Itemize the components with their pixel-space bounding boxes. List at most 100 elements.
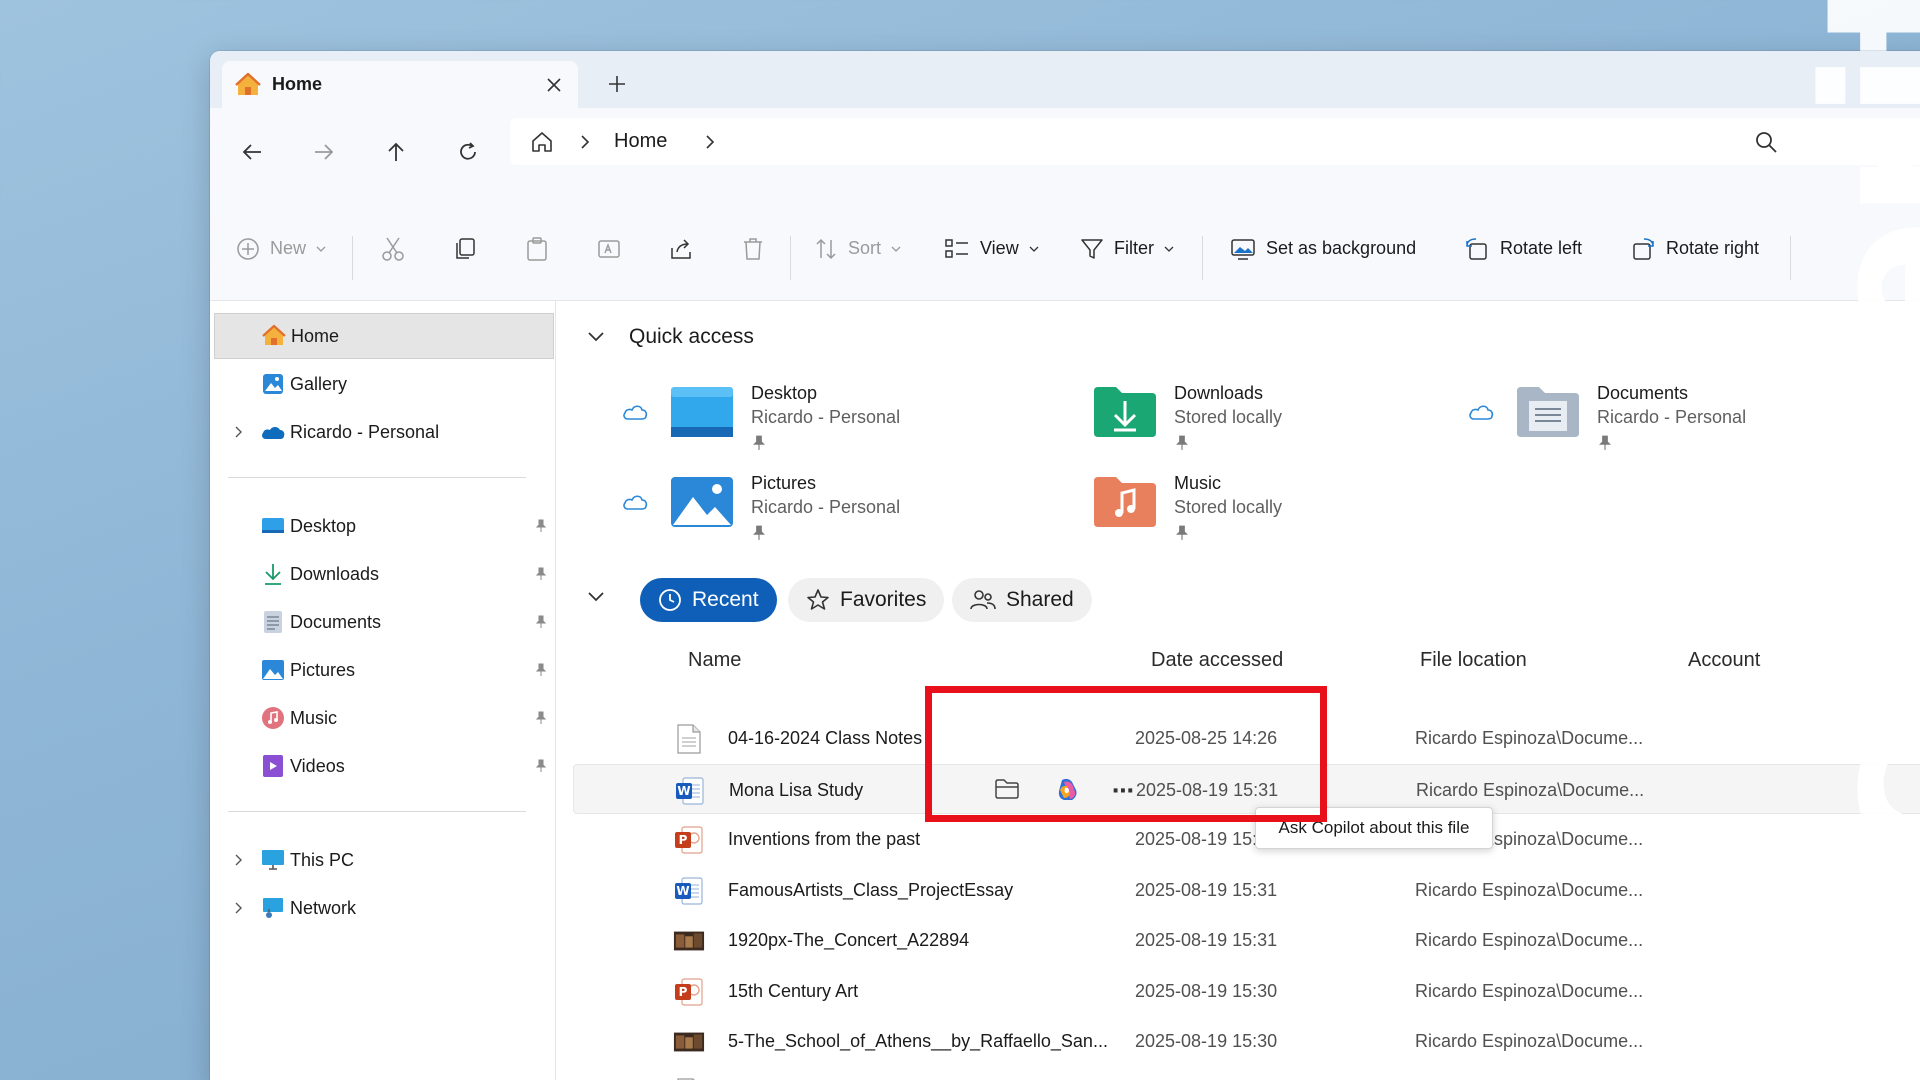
- rotate-left-button[interactable]: Rotate left: [1464, 196, 1582, 301]
- chevron-down-icon: [1164, 245, 1174, 253]
- sidebar-item-music[interactable]: Music: [214, 695, 554, 741]
- home-icon[interactable]: [530, 130, 554, 154]
- refresh-button[interactable]: [446, 130, 490, 174]
- set-as-background-button[interactable]: Set as background: [1230, 196, 1416, 301]
- quick-access-downloads[interactable]: Downloads Stored locally: [1044, 381, 1464, 461]
- rename-button[interactable]: [596, 196, 622, 301]
- quick-access-music[interactable]: Music Stored locally: [1044, 471, 1464, 551]
- breadcrumb-home[interactable]: Home: [614, 130, 667, 153]
- file-explorer-window: Home Home New Sort View Filter Set as ba…: [210, 51, 1920, 1080]
- sidebar-item-label: Documents: [290, 611, 382, 632]
- quick-access-pictures[interactable]: Pictures Ricardo - Personal: [621, 471, 1041, 551]
- chevron-right-icon[interactable]: [705, 134, 715, 149]
- paste-button[interactable]: [524, 196, 550, 301]
- people-icon: [970, 588, 996, 612]
- chevron-down-icon: [1029, 245, 1039, 253]
- sidebar-item-desktop[interactable]: Desktop: [214, 503, 554, 549]
- table-row[interactable]: 1920px-The_Concert_A22894 2025-08-19 15:3…: [573, 915, 1920, 965]
- chevron-right-icon[interactable]: [232, 853, 246, 867]
- pin-icon[interactable]: [532, 757, 550, 775]
- sidebar-item-downloads[interactable]: Downloads: [214, 551, 554, 597]
- address-bar[interactable]: Home: [510, 118, 1920, 165]
- column-header-file-location[interactable]: File location: [1420, 649, 1527, 672]
- sidebar-divider: [228, 477, 526, 478]
- chevron-right-icon[interactable]: [580, 134, 590, 149]
- pin-icon[interactable]: [532, 565, 550, 583]
- table-row[interactable]: 04-04-2024 Class Notes2025-08-19 15:30Ri…: [573, 1067, 1920, 1080]
- chevron-right-icon[interactable]: [232, 901, 246, 915]
- sidebar-item-documents[interactable]: Documents: [214, 599, 554, 645]
- table-row[interactable]: W FamousArtists_Class_ProjectEssay 2025-08…: [573, 865, 1920, 915]
- file-location: Ricardo Espinoza\Docume...: [1415, 879, 1644, 900]
- documents-folder-icon: [1515, 383, 1581, 441]
- sidebar-item-videos[interactable]: Videos: [214, 743, 554, 789]
- column-header-name[interactable]: Name: [688, 649, 741, 672]
- sidebar-item-home[interactable]: Home: [214, 313, 554, 359]
- file-location: Ricardo Espinoza\Docume...: [1415, 980, 1644, 1001]
- cut-button[interactable]: [380, 196, 406, 301]
- new-tab-button[interactable]: [600, 67, 634, 101]
- file-name: 15th Century Art: [728, 980, 859, 1001]
- recent-section-toggle[interactable]: [587, 591, 605, 603]
- delete-button[interactable]: [740, 196, 766, 301]
- pin-icon: [1174, 435, 1190, 451]
- quick-access-name: Documents: [1597, 383, 1689, 403]
- sidebar-item-onedrive[interactable]: Ricardo - Personal: [214, 409, 554, 455]
- chevron-down-icon[interactable]: [587, 591, 605, 603]
- pin-icon[interactable]: [532, 661, 550, 679]
- arrow-up-icon: [388, 142, 404, 161]
- up-button[interactable]: [374, 130, 418, 174]
- recent-tab[interactable]: Recent: [640, 578, 777, 622]
- svg-text:W: W: [676, 884, 689, 898]
- pin-icon: [1597, 435, 1613, 451]
- sidebar-item-this-pc[interactable]: This PC: [214, 837, 554, 883]
- table-row[interactable]: P 15th Century Art 2025-08-19 15:30 Ricardo…: [573, 966, 1920, 1016]
- pin-icon[interactable]: [532, 709, 550, 727]
- shared-tab[interactable]: Shared: [952, 578, 1092, 622]
- filter-button[interactable]: Filter: [1080, 196, 1174, 301]
- quick-access-header[interactable]: Quick access: [587, 325, 754, 349]
- file-name: 04-16-2024 Class Notes: [728, 728, 923, 748]
- home-icon: [261, 323, 287, 349]
- table-row[interactable]: 5-The_School_of_Athens__by_Raffaello_San…: [573, 1016, 1920, 1066]
- sidebar-item-pictures[interactable]: Pictures: [214, 647, 554, 693]
- rotate-right-label: Rotate right: [1666, 238, 1760, 258]
- chevron-down-icon[interactable]: [587, 331, 605, 343]
- pin-icon[interactable]: [532, 613, 550, 631]
- forward-button[interactable]: [302, 130, 346, 174]
- svg-text:W: W: [677, 784, 690, 798]
- column-header-account[interactable]: Account: [1688, 649, 1760, 672]
- rename-icon: [596, 236, 622, 262]
- quick-access-location: Ricardo - Personal: [1597, 407, 1747, 427]
- sort-button[interactable]: Sort: [814, 196, 901, 301]
- pin-icon[interactable]: [532, 517, 550, 535]
- chevron-down-icon: [316, 245, 326, 253]
- tab-title: Home: [272, 74, 323, 94]
- sidebar-item-label: Videos: [290, 755, 345, 776]
- sidebar-divider: [228, 811, 526, 812]
- svg-text:P: P: [679, 833, 688, 847]
- sidebar-item-gallery[interactable]: Gallery: [214, 361, 554, 407]
- sidebar-item-label: Gallery: [290, 373, 348, 394]
- sidebar-item-label: Music: [290, 707, 338, 728]
- share-icon: [668, 236, 694, 262]
- text-document-icon: [673, 1077, 705, 1080]
- back-button[interactable]: [230, 130, 274, 174]
- close-icon[interactable]: [542, 73, 566, 97]
- search-box[interactable]: [1740, 118, 1920, 165]
- quick-access-desktop[interactable]: Desktop Ricardo - Personal: [621, 381, 1041, 461]
- sidebar-item-network[interactable]: Network: [214, 885, 554, 931]
- view-button[interactable]: View: [944, 196, 1039, 301]
- tab-home[interactable]: Home: [222, 61, 578, 108]
- sidebar-item-label: Desktop: [290, 515, 357, 536]
- copy-button[interactable]: [452, 196, 478, 301]
- videos-icon: [260, 753, 286, 779]
- new-button[interactable]: New: [236, 196, 326, 301]
- column-header-date-accessed[interactable]: Date accessed: [1151, 649, 1283, 672]
- rotate-right-button[interactable]: Rotate right: [1630, 196, 1759, 301]
- cloud-icon: [1467, 401, 1495, 423]
- favorites-tab[interactable]: Favorites: [788, 578, 945, 622]
- quick-access-documents[interactable]: Documents Ricardo - Personal: [1467, 381, 1887, 461]
- chevron-right-icon[interactable]: [232, 425, 246, 439]
- share-button[interactable]: [668, 196, 694, 301]
